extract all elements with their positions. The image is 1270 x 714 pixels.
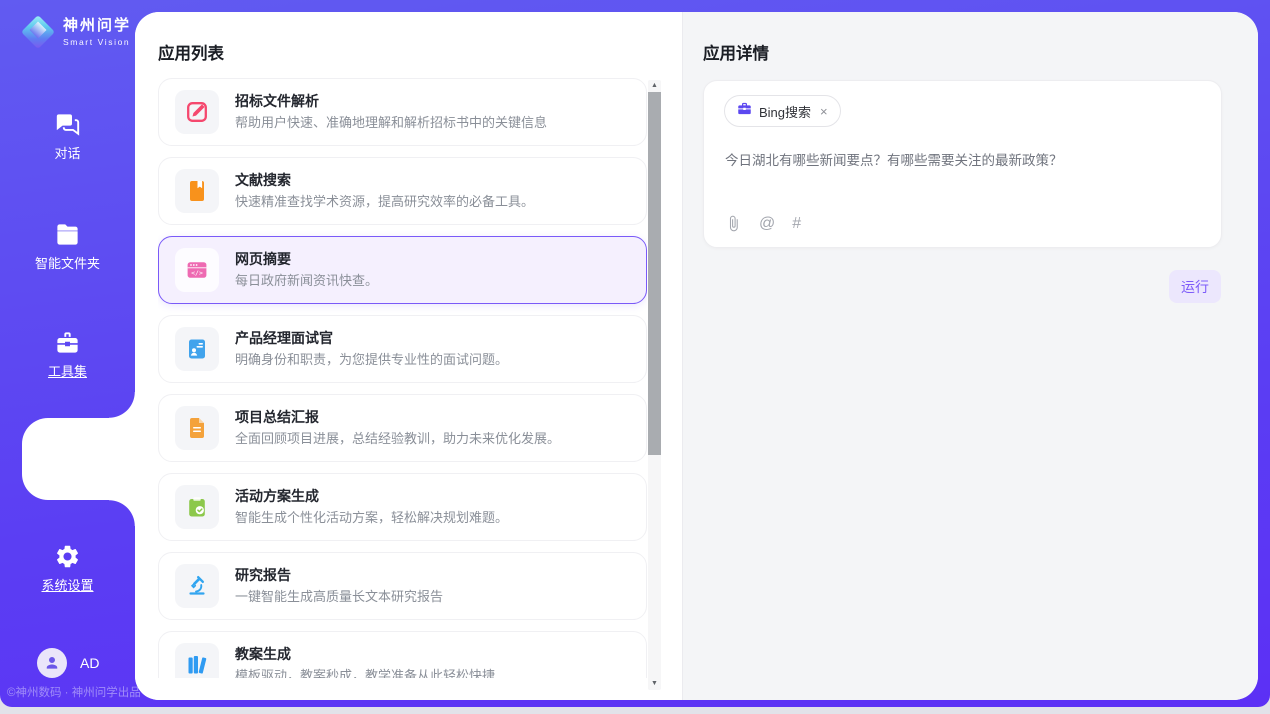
sidebar-item-label: 应用市场 <box>0 464 135 483</box>
tool-tag-bing-search[interactable]: Bing搜索 × <box>724 95 841 127</box>
sidebar-item-toolkit[interactable]: 工具集 <box>0 329 135 380</box>
brand-subtitle: Smart Vision <box>63 37 131 47</box>
books-icon <box>175 643 219 678</box>
app-list-panel: 应用列表 招标文件解析帮助用户快速、准确地理解和解析招标书中的关键信息文献搜索快… <box>135 12 682 700</box>
app-detail-panel: 应用详情 Bing搜索 × 今日湖北有哪些新闻要点？有哪些需要关注的最新政策？ … <box>682 12 1258 700</box>
app-description: 快速精准查找学术资源，提高研究效率的必备工具。 <box>235 194 534 210</box>
folder-icon <box>0 221 135 248</box>
app-name: 产品经理面试官 <box>235 330 508 347</box>
sidebar-item-chat[interactable]: 对话 <box>0 111 135 162</box>
app-card-6[interactable]: 活动方案生成智能生成个性化活动方案，轻松解决规划难题。 <box>158 473 647 541</box>
main-content: 应用列表 招标文件解析帮助用户快速、准确地理解和解析招标书中的关键信息文献搜索快… <box>135 12 1258 700</box>
app-name: 教案生成 <box>235 646 495 663</box>
brand-diamond-logo-icon <box>18 12 58 52</box>
note-icon <box>175 406 219 450</box>
prompt-input[interactable]: 今日湖北有哪些新闻要点？有哪些需要关注的最新政策？ <box>725 151 1201 170</box>
browser-code-icon: </> <box>175 248 219 292</box>
sidebar-item-app-market[interactable]: 应用市场 <box>0 432 135 483</box>
run-button[interactable]: 运行 <box>1169 270 1221 303</box>
avatar[interactable] <box>37 648 67 678</box>
app-list: 招标文件解析帮助用户快速、准确地理解和解析招标书中的关键信息文献搜索快速精准查找… <box>158 78 647 678</box>
app-description: 智能生成个性化活动方案，轻松解决规划难题。 <box>235 510 508 526</box>
app-name: 项目总结汇报 <box>235 409 560 426</box>
person-icon <box>43 654 61 672</box>
edit-square-icon <box>175 90 219 134</box>
brand-name: 神州问学 <box>63 17 131 35</box>
app-description: 模板驱动，教案秒成，教学准备从此轻松快捷 <box>235 668 495 678</box>
app-description: 明确身份和职责，为您提供专业性的面试问题。 <box>235 352 508 368</box>
app-name: 活动方案生成 <box>235 488 508 505</box>
sidebar-item-label: 智能文件夹 <box>0 253 135 272</box>
app-detail-title: 应用详情 <box>703 40 769 64</box>
cube-icon <box>0 432 135 459</box>
app-card-4[interactable]: 产品经理面试官明确身份和职责，为您提供专业性的面试问题。 <box>158 315 647 383</box>
sidebar-item-settings[interactable]: 系统设置 <box>0 543 135 594</box>
app-name: 网页摘要 <box>235 251 378 268</box>
app-card-3[interactable]: </> 网页摘要每日政府新闻资讯快查。 <box>158 236 647 304</box>
chat-icon <box>0 111 135 138</box>
sidebar: 神州问学 Smart Vision 对话智能文件夹工具集应用市场系统设置 AD … <box>0 0 135 707</box>
app-description: 每日政府新闻资讯快查。 <box>235 273 378 289</box>
toolbox-icon <box>0 329 135 356</box>
svg-text:</>: </> <box>191 269 203 277</box>
sidebar-item-label: 对话 <box>0 143 135 162</box>
gear-icon <box>0 543 135 570</box>
briefcase-icon <box>737 101 752 121</box>
app-name: 招标文件解析 <box>235 93 547 110</box>
scroll-down-arrow-icon[interactable]: ▼ <box>648 679 661 689</box>
paperclip-icon[interactable] <box>725 215 742 232</box>
brand: 神州问学 Smart Vision <box>18 12 131 52</box>
sidebar-item-label: 工具集 <box>0 361 135 380</box>
app-list-title: 应用列表 <box>158 40 224 64</box>
user-name: AD <box>80 655 99 671</box>
app-card-5[interactable]: 项目总结汇报全面回顾项目进展，总结经验教训，助力未来优化发展。 <box>158 394 647 462</box>
prompt-card: Bing搜索 × 今日湖北有哪些新闻要点？有哪些需要关注的最新政策？ @# <box>703 80 1222 248</box>
scrollbar-thumb[interactable] <box>648 92 661 455</box>
tool-tag-close-icon[interactable]: × <box>820 104 828 119</box>
app-card-2[interactable]: 文献搜索快速精准查找学术资源，提高研究效率的必备工具。 <box>158 157 647 225</box>
app-card-7[interactable]: 研究报告一键智能生成高质量长文本研究报告 <box>158 552 647 620</box>
at-icon[interactable]: @ <box>759 215 775 232</box>
resume-icon <box>175 327 219 371</box>
app-description: 一键智能生成高质量长文本研究报告 <box>235 589 443 605</box>
app-card-8[interactable]: 教案生成模板驱动，教案秒成，教学准备从此轻松快捷 <box>158 631 647 678</box>
app-card-1[interactable]: 招标文件解析帮助用户快速、准确地理解和解析招标书中的关键信息 <box>158 78 647 146</box>
sidebar-item-smart-folder[interactable]: 智能文件夹 <box>0 221 135 272</box>
sidebar-item-label: 系统设置 <box>0 575 135 594</box>
scroll-up-arrow-icon[interactable]: ▲ <box>648 81 661 91</box>
user-account[interactable]: AD <box>37 648 99 678</box>
app-description: 帮助用户快速、准确地理解和解析招标书中的关键信息 <box>235 115 547 131</box>
copyright-text: ©神州数码 · 神州问学出品 <box>7 684 141 700</box>
microscope-icon <box>175 564 219 608</box>
app-name: 研究报告 <box>235 567 443 584</box>
scrollbar[interactable]: ▲ ▼ <box>648 80 661 690</box>
app-description: 全面回顾项目进展，总结经验教训，助力未来优化发展。 <box>235 431 560 447</box>
hash-icon[interactable]: # <box>792 215 801 232</box>
input-actions: @# <box>725 215 801 232</box>
app-name: 文献搜索 <box>235 172 534 189</box>
clipboard-check-icon <box>175 485 219 529</box>
tool-tag-label: Bing搜索 <box>759 102 811 121</box>
book-icon <box>175 169 219 213</box>
